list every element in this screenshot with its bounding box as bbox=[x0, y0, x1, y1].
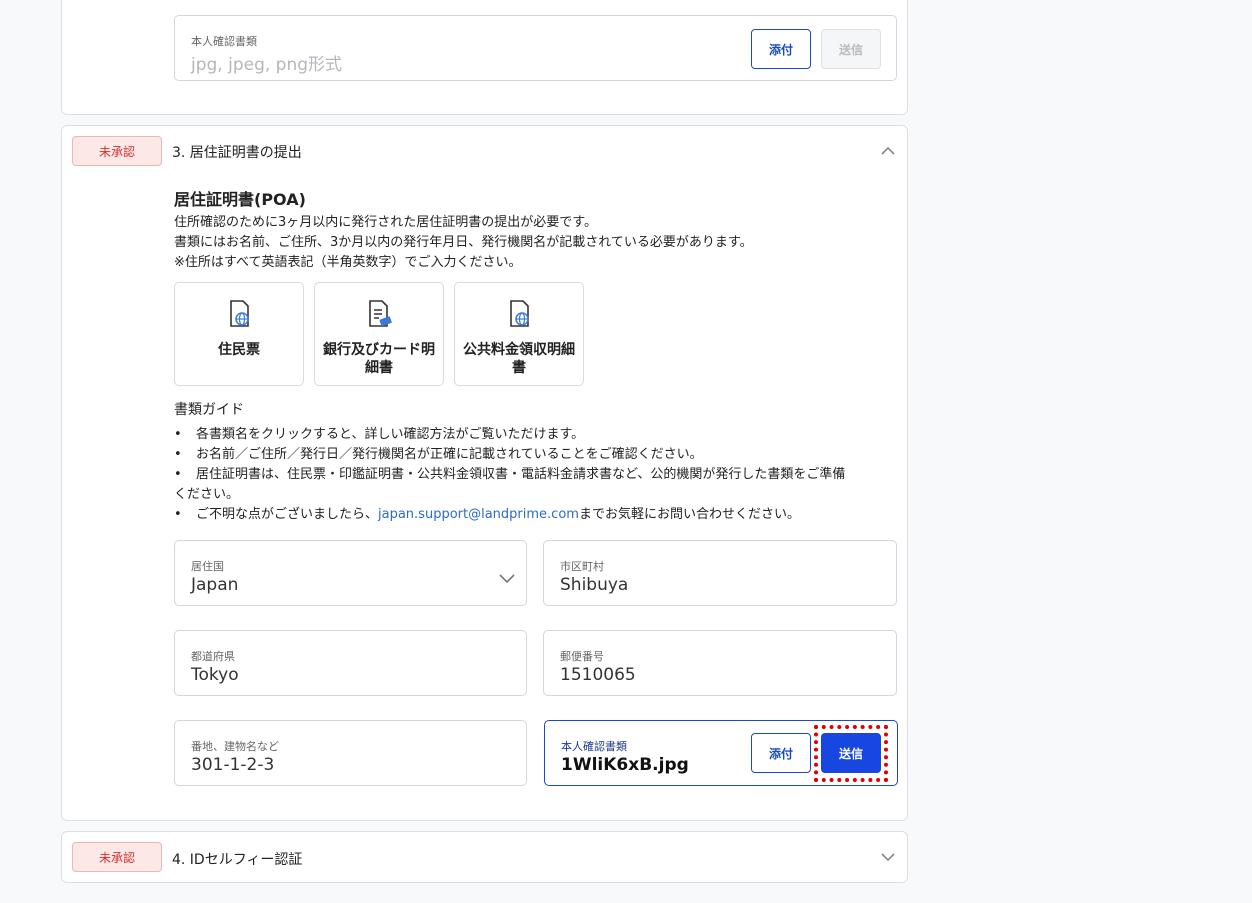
prefecture-input[interactable]: 都道府県 Tokyo bbox=[174, 630, 527, 696]
id-document-placeholder: jpg, jpeg, png形式 bbox=[191, 55, 343, 75]
status-badge: 未承認 bbox=[72, 842, 162, 872]
attach-button[interactable]: 添付 bbox=[751, 733, 811, 773]
country-select[interactable]: 居住国 Japan bbox=[174, 540, 527, 606]
doc-card-bank-statement[interactable]: 銀行及びカード明細書 bbox=[314, 282, 444, 386]
chevron-down-icon[interactable] bbox=[879, 848, 897, 866]
postal-code-label: 郵便番号 bbox=[560, 650, 604, 663]
chevron-down-icon bbox=[499, 574, 515, 584]
city-value: Shibuya bbox=[560, 575, 629, 595]
address-label: 番地、建物名など bbox=[191, 740, 279, 753]
section-3-title: 3. 居住証明書の提出 bbox=[172, 145, 302, 161]
list-item: • お名前／ご住所／発行日／発行機関名が正確に記載されていることをご確認ください。 bbox=[174, 447, 703, 462]
doc-card-label: 住民票 bbox=[218, 342, 260, 358]
document-globe-icon bbox=[230, 300, 249, 327]
postal-code-value: 1510065 bbox=[560, 665, 636, 685]
document-card-icon bbox=[369, 300, 392, 327]
guide-list: • 各書類名をクリックすると、詳しい確認方法がご覧いただけます。 • お名前／ご住所… bbox=[174, 425, 904, 525]
poa-desc-line-1: 住所確認のために3ヶ月以内に発行された居住証明書の提出が必要です。 bbox=[174, 215, 597, 230]
section-4-panel[interactable]: 未承認 4. IDセルフィー認証 bbox=[61, 831, 908, 883]
prefecture-label: 都道府県 bbox=[191, 650, 235, 663]
poa-heading: 居住証明書(POA) bbox=[174, 190, 306, 209]
prefecture-value: Tokyo bbox=[191, 665, 239, 685]
list-item: • 居住証明書は、住民票・印鑑証明書・公共料金領収書・電話料金請求書など、公的機関… bbox=[174, 467, 846, 482]
address-input[interactable]: 番地、建物名など 301-1-2-3 bbox=[174, 720, 527, 786]
previous-section-panel: 本人確認書類 jpg, jpeg, png形式 添付 送信 bbox=[61, 0, 908, 115]
country-value: Japan bbox=[191, 575, 239, 595]
support-email-link[interactable]: japan.support@landprime.com bbox=[378, 507, 579, 522]
poa-desc-line-3: ※住所はすべて英語表記（半角英数字）でご入力ください。 bbox=[174, 255, 522, 270]
city-label: 市区町村 bbox=[560, 560, 604, 573]
send-button-highlight bbox=[814, 725, 888, 782]
address-value: 301-1-2-3 bbox=[191, 755, 275, 775]
chevron-up-icon[interactable] bbox=[879, 142, 897, 160]
section-4-title: 4. IDセルフィー認証 bbox=[172, 852, 303, 868]
list-item: • ご不明な点がございましたら、japan.support@landprime.c… bbox=[174, 507, 800, 522]
id-document-upload-field[interactable]: 本人確認書類 jpg, jpeg, png形式 添付 送信 bbox=[174, 15, 897, 81]
document-globe-icon bbox=[510, 300, 529, 327]
doc-card-utility-receipt[interactable]: 公共料金領収明細書 bbox=[454, 282, 584, 386]
doc-card-residence-certificate[interactable]: 住民票 bbox=[174, 282, 304, 386]
attach-button[interactable]: 添付 bbox=[751, 29, 811, 69]
country-label: 居住国 bbox=[191, 560, 224, 573]
send-button-disabled[interactable]: 送信 bbox=[821, 29, 881, 69]
id-document-label: 本人確認書類 bbox=[191, 35, 257, 48]
list-item-continued: ください。 bbox=[174, 487, 240, 502]
guide-title: 書類ガイド bbox=[174, 402, 244, 418]
status-badge: 未承認 bbox=[72, 136, 162, 166]
postal-code-input[interactable]: 郵便番号 1510065 bbox=[543, 630, 897, 696]
id-document-label: 本人確認書類 bbox=[561, 740, 627, 753]
list-item: • 各書類名をクリックすると、詳しい確認方法がご覧いただけます。 bbox=[174, 427, 585, 442]
city-input[interactable]: 市区町村 Shibuya bbox=[543, 540, 897, 606]
doc-card-label: 銀行及びカード明細書 bbox=[323, 342, 435, 376]
id-document-filename: 1WliK6xB.jpg bbox=[561, 755, 689, 775]
section-3-panel: 未承認 3. 居住証明書の提出 居住証明書(POA) 住所確認のために3ヶ月以内… bbox=[61, 125, 908, 821]
doc-card-label: 公共料金領収明細書 bbox=[463, 342, 575, 376]
poa-desc-line-2: 書類にはお名前、ご住所、3か月以内の発行年月日、発行機関名が記載されている必要が… bbox=[174, 235, 753, 250]
